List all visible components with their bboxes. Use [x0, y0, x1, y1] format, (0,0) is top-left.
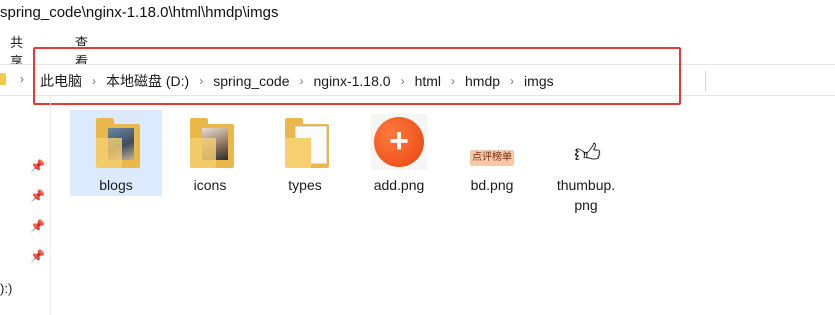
pin-icon[interactable]: 📌	[30, 159, 45, 173]
file-name: add.png	[373, 177, 425, 193]
file-name: icons	[193, 177, 227, 193]
ranking-badge-icon: 点评榜单	[470, 150, 514, 166]
file-name: types	[288, 177, 322, 193]
address-divider	[705, 71, 706, 91]
folder-icon	[190, 118, 234, 168]
folder-icon	[0, 73, 6, 85]
file-name: blogs	[99, 177, 133, 193]
annotation-highlight-box	[33, 47, 681, 105]
nav-drive-label[interactable]: ):)	[0, 281, 12, 296]
folder-icon	[285, 118, 329, 168]
pin-icon[interactable]: 📌	[30, 219, 45, 233]
file-name: thumbup. png	[556, 177, 616, 213]
window-path-title: spring_code\nginx-1.18.0\html\hmdp\imgs	[0, 4, 279, 21]
navigation-pane: 📌 📌 📌 📌 ):)	[0, 95, 51, 315]
file-name: bd.png	[470, 177, 514, 193]
file-item-blogs[interactable]: blogs	[70, 110, 162, 196]
pin-icon[interactable]: 📌	[30, 249, 45, 263]
folder-icon	[96, 118, 140, 168]
thumbs-up-icon: 👍︎	[574, 138, 602, 168]
chevron-right-icon[interactable]: ›	[20, 72, 24, 86]
pin-icon[interactable]: 📌	[30, 189, 45, 203]
add-icon: +	[371, 114, 427, 170]
